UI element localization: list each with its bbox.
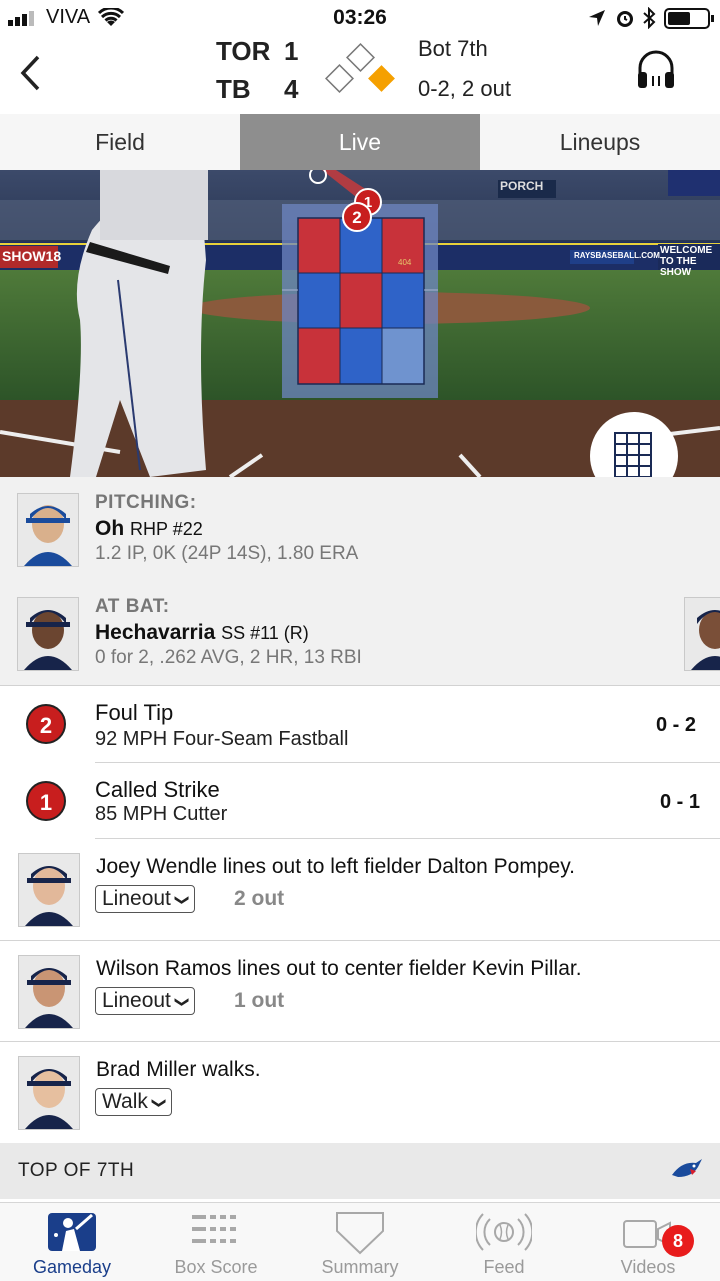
home-team-abbr: TB <box>216 74 251 104</box>
nav-label: Gameday <box>32 1257 112 1277</box>
battery-icon <box>664 8 714 29</box>
outs-label: 2 out <box>234 887 285 910</box>
away-team-abbr: TOR <box>216 36 271 66</box>
nav-videos[interactable]: 8 Videos <box>576 1203 720 1281</box>
welcome-sign: WELCOME TO THE SHOW <box>660 245 713 278</box>
home-plate-icon <box>336 1212 384 1255</box>
nav-label: Box Score <box>174 1257 258 1277</box>
play-description: Joey Wendle lines out to left fielder Da… <box>96 855 575 878</box>
batter-icon <box>48 1213 96 1251</box>
clock: 03:26 <box>333 6 387 29</box>
player-avatar <box>18 955 80 1029</box>
distance-sign: 404 <box>398 258 412 267</box>
batter-stats: 0 for 2, .262 AVG, 2 HR, 13 RBI <box>95 647 362 668</box>
play-type-dropdown[interactable]: Walk ❯ <box>95 1088 173 1116</box>
pitcher-info[interactable]: PITCHING: Oh RHP #22 1.2 IP, 0K (24P 14S… <box>0 477 720 582</box>
field-view: PORCH SHOW18 WELCOME TO THE SHOW RAYSBAS… <box>0 170 720 477</box>
game-header: TOR 1 TB 4 Bot 7th 0-2, 2 out <box>0 36 720 115</box>
outs-label: 1 out <box>234 989 285 1012</box>
inning-header: TOP OF 7TH <box>0 1143 720 1199</box>
nav-feed[interactable]: Feed <box>432 1203 576 1281</box>
pitch-number-badge: 1 <box>26 781 66 821</box>
chevron-down-icon: ❯ <box>151 1097 168 1109</box>
play-item-miller[interactable]: Brad Miller walks. Walk ❯ <box>0 1042 720 1142</box>
tab-lineups[interactable]: Lineups <box>480 114 720 170</box>
bases-diamond-icon <box>325 43 395 93</box>
chevron-down-icon: ❯ <box>174 996 191 1008</box>
play-description: Wilson Ramos lines out to center fielder… <box>96 957 582 980</box>
pitcher-name: Oh RHP #22 <box>95 517 203 540</box>
nav-label: Videos <box>620 1257 676 1277</box>
count-outs-label: 0-2, 2 out <box>418 76 511 101</box>
view-tabs: Field Live Lineups <box>0 114 720 171</box>
at-bat-label: AT BAT: <box>95 596 170 617</box>
pitch-description: 85 MPH Cutter <box>95 803 228 825</box>
play-item-wendle[interactable]: Joey Wendle lines out to left fielder Da… <box>0 839 720 939</box>
boxscore-icon <box>192 1215 236 1243</box>
porch-sign: PORCH <box>500 179 544 193</box>
pitch-result: Foul Tip <box>95 700 174 725</box>
nav-gameday[interactable]: Gameday <box>0 1203 144 1281</box>
bluetooth-icon <box>643 7 656 29</box>
headphones-icon[interactable] <box>634 46 678 92</box>
pitch-row-1[interactable]: 1 Called Strike 85 MPH Cutter 0 - 1 <box>0 763 720 839</box>
play-type-label: Walk <box>102 1090 148 1113</box>
pitcher-stats: 1.2 IP, 0K (24P 14S), 1.80 ERA <box>95 543 359 564</box>
batter-name: Hechavarria SS #11 (R) <box>95 621 309 644</box>
videos-count-badge: 8 <box>662 1225 694 1257</box>
pitch-count: 0 - 1 <box>660 791 701 813</box>
away-team-score: 1 <box>284 36 299 66</box>
back-chevron-icon[interactable] <box>18 54 42 92</box>
player-avatar <box>18 853 80 927</box>
batter-avatar <box>17 597 79 671</box>
pitcher-avatar <box>17 493 79 567</box>
grid-icon <box>614 432 652 477</box>
bottom-nav: Gameday Box Score Summary Feed 8 Videos <box>0 1202 720 1281</box>
pitcher-detail: RHP #22 <box>130 519 203 539</box>
tab-field[interactable]: Field <box>0 114 240 170</box>
pitch-count: 0 - 2 <box>656 714 697 736</box>
play-description: Brad Miller walks. <box>96 1058 261 1081</box>
pitch-row-2[interactable]: 2 Foul Tip 92 MPH Four-Seam Fastball 0 -… <box>0 686 720 762</box>
alarm-icon <box>617 11 633 27</box>
nav-label: Summary <box>321 1257 399 1277</box>
play-item-ramos[interactable]: Wilson Ramos lines out to center fielder… <box>0 941 720 1041</box>
nav-summary[interactable]: Summary <box>288 1203 432 1281</box>
play-type-label: Lineout <box>102 989 171 1012</box>
play-type-dropdown[interactable]: Lineout ❯ <box>95 885 196 913</box>
pitch-result: Called Strike <box>95 777 220 802</box>
tab-live[interactable]: Live <box>240 114 480 170</box>
pitch-description: 92 MPH Four-Seam Fastball <box>95 728 349 750</box>
nav-label: Feed <box>483 1257 525 1277</box>
status-bar: VIVA 03:26 <box>0 0 720 36</box>
on-deck-avatar[interactable] <box>684 597 720 671</box>
blue-jays-logo-icon <box>672 1159 702 1177</box>
batter-info[interactable]: AT BAT: Hechavarria SS #11 (R) 0 for 2, … <box>0 581 720 686</box>
chevron-down-icon: ❯ <box>174 894 191 906</box>
show-sign: SHOW18 <box>2 248 62 264</box>
pitch-number-badge: 2 <box>26 704 66 744</box>
pitching-label: PITCHING: <box>95 492 197 513</box>
inning-label: Bot 7th <box>418 36 488 61</box>
rays-sign: RAYSBASEBALL.COM <box>574 251 660 260</box>
inning-header-label: TOP OF 7TH <box>18 1160 135 1181</box>
home-team-score: 4 <box>284 74 299 104</box>
feed-icon <box>476 1213 532 1251</box>
nav-box-score[interactable]: Box Score <box>144 1203 288 1281</box>
batter-detail: SS #11 (R) <box>221 623 309 643</box>
play-type-dropdown[interactable]: Lineout ❯ <box>95 987 196 1015</box>
pitch-marker-2[interactable]: 2 <box>342 202 372 232</box>
player-avatar <box>18 1056 80 1130</box>
play-type-label: Lineout <box>102 887 171 910</box>
location-icon <box>589 10 605 26</box>
